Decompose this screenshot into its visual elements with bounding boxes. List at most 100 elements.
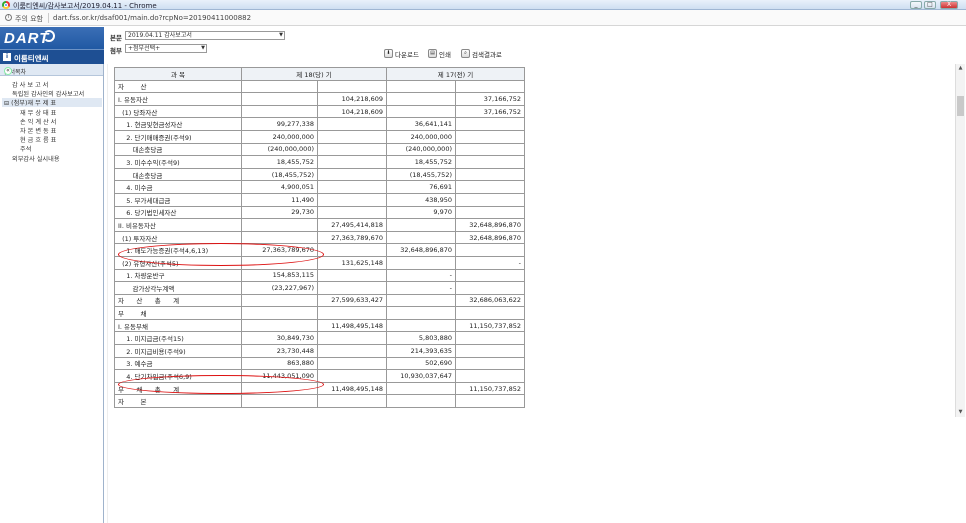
amount-cell [455,155,525,169]
toc-item-equity-changes[interactable]: 자 본 변 동 표 [20,126,56,135]
amount-cell: 36,641,141 [386,117,456,131]
account-cell: 부 채 [114,306,242,320]
table-row: I. 유동부채 11,498,495,148 11,150,737,852 [114,318,525,333]
amount-cell [317,281,387,295]
url-text[interactable]: dart.fss.or.kr/dsaf001/main.do?rcpNo=201… [53,14,251,22]
table-row: (1) 당좌자산 104,218,609 37,166,752 [114,104,525,119]
toc-item-independent-auditor[interactable]: 독립된 감사인의 감사보고서 [12,89,84,98]
amount-cell [455,142,525,157]
amount-cell [455,192,525,207]
amount-cell: 37,166,752 [455,92,525,106]
amount-cell [317,180,387,194]
amount-cell [386,394,456,409]
amount-cell: - [455,255,525,270]
print-label: 인쇄 [439,50,451,59]
toc-item-audit-report[interactable]: 감 사 보 고 서 [12,80,48,89]
account-cell: 1. 현금및현금성자산 [114,117,242,131]
amount-cell [386,79,456,94]
table-row: 자 본 [114,394,525,409]
amount-cell: 11,150,737,852 [455,318,525,333]
amount-cell [317,142,387,157]
account-cell: I. 유동부채 [114,318,242,333]
amount-cell: 32,648,896,870 [455,230,525,245]
amount-cell [386,92,456,106]
amount-cell [386,293,456,308]
amount-cell: 30,849,730 [241,331,318,346]
amount-cell [455,281,525,295]
amount-cell [455,394,525,409]
amount-cell: 131,625,148 [317,255,387,270]
amount-cell: 18,455,752 [241,155,318,169]
print-button[interactable]: ▤ 인쇄 [428,48,451,59]
amount-cell: (18,455,752) [386,167,456,182]
amount-cell [241,230,318,245]
amount-cell [386,255,456,270]
search-results-button[interactable]: ⌕ 검색결과로 [461,48,502,59]
amount-cell: - [386,281,456,295]
amount-cell: 240,000,000 [241,129,318,144]
amount-cell [386,318,456,333]
toc-item-income-statement[interactable]: 손 익 계 산 서 [20,117,56,126]
document-select[interactable]: 2019.04.11 감사보고서 ▼ [125,31,285,40]
table-row: 6. 당기법인세자산 29,730 9,970 [114,205,525,220]
account-cell: 2. 단기매매증권(주석9) [114,129,242,144]
table-row: 자 산 [114,79,525,94]
maximize-button[interactable]: □ [924,1,936,9]
download-button[interactable]: ⬇ 다운로드 [384,48,419,59]
address-bar[interactable]: i 주의 요함 dart.fss.or.kr/dsaf001/main.do?r… [0,10,966,26]
account-cell: 자 산 [114,79,242,94]
amount-cell [386,104,456,119]
search-results-label: 검색결과로 [472,50,502,59]
table-row: 대손충당금 (18,455,752) (18,455,752) [114,167,525,182]
amount-cell: 863,880 [241,356,318,371]
table-row: 2. 미지급비용(주석9) 23,730,448 214,393,635 [114,344,525,358]
chevron-down-icon: ▼ [201,45,205,51]
amount-cell: 99,277,338 [241,117,318,131]
amount-cell: 104,218,609 [317,92,387,106]
window-titlebar: 이룸티엔씨/감사보고서/2019.04.11 - Chrome _ □ X [0,0,966,10]
highlight-ellipse-available-for-sale [118,243,324,266]
table-row: 3. 미수수익(주석9) 18,455,752 18,455,752 [114,155,525,169]
amount-cell: 10,930,037,647 [386,369,456,383]
toc-item-cash-flow[interactable]: 현 금 흐 름 표 [20,135,56,144]
amount-cell: 23,730,448 [241,344,318,358]
amount-cell: 18,455,752 [386,155,456,169]
dart-logo-area[interactable]: DART i 이룸티엔씨 [0,27,104,64]
toc-item-financial-statements-label: (첨부)재 무 제 표 [11,100,57,107]
vertical-scrollbar[interactable]: ▲ ▼ [955,64,965,417]
info-icon[interactable]: i [5,14,12,21]
amount-cell: (240,000,000) [386,142,456,157]
table-row: I. 유동자산 104,218,609 37,166,752 [114,92,525,106]
header-prior-period: 제 17(전) 기 [386,67,525,81]
amount-cell: - [386,268,456,283]
header-current-period: 제 18(당) 기 [241,67,387,81]
toc-item-external-audit[interactable]: 외부감사 실시내용 [12,154,60,163]
table-row: 자 산 총 계 27,599,633,427 32,686,063,622 [114,293,525,308]
toc-item-notes[interactable]: 주석 [20,144,31,153]
close-button[interactable]: X [940,1,958,9]
amount-cell [317,306,387,320]
attachment-select[interactable]: +첨부선택+ ▼ [125,44,207,53]
account-cell: 3. 예수금 [114,356,242,371]
account-cell: 6. 당기법인세자산 [114,205,242,220]
amount-cell [455,117,525,131]
tree-toggle-icon[interactable]: ⊟ [4,100,9,107]
amount-cell: 11,490 [241,192,318,207]
scroll-thumb[interactable] [957,96,964,116]
scroll-up-icon[interactable]: ▲ [957,65,964,72]
amount-cell [317,192,387,207]
amount-cell [455,356,525,371]
scroll-down-icon[interactable]: ▼ [957,409,964,416]
amount-cell [386,230,456,245]
collapse-sidebar-icon[interactable]: « [4,67,12,75]
amount-cell: 438,950 [386,192,456,207]
document-select-value: 2019.04.11 감사보고서 [128,32,192,39]
account-cell: 5. 부가세대급금 [114,192,242,207]
toc-item-balance-sheet[interactable]: 재 무 상 태 표 [20,108,56,117]
toc-item-financial-statements[interactable]: ⊟ (첨부)재 무 제 표 [2,98,102,107]
amount-cell [241,218,318,232]
amount-cell: 502,690 [386,356,456,371]
minimize-button[interactable]: _ [910,1,922,9]
table-row: 대손충당금 (240,000,000) (240,000,000) [114,142,525,157]
logo-swirl-icon [43,30,55,42]
